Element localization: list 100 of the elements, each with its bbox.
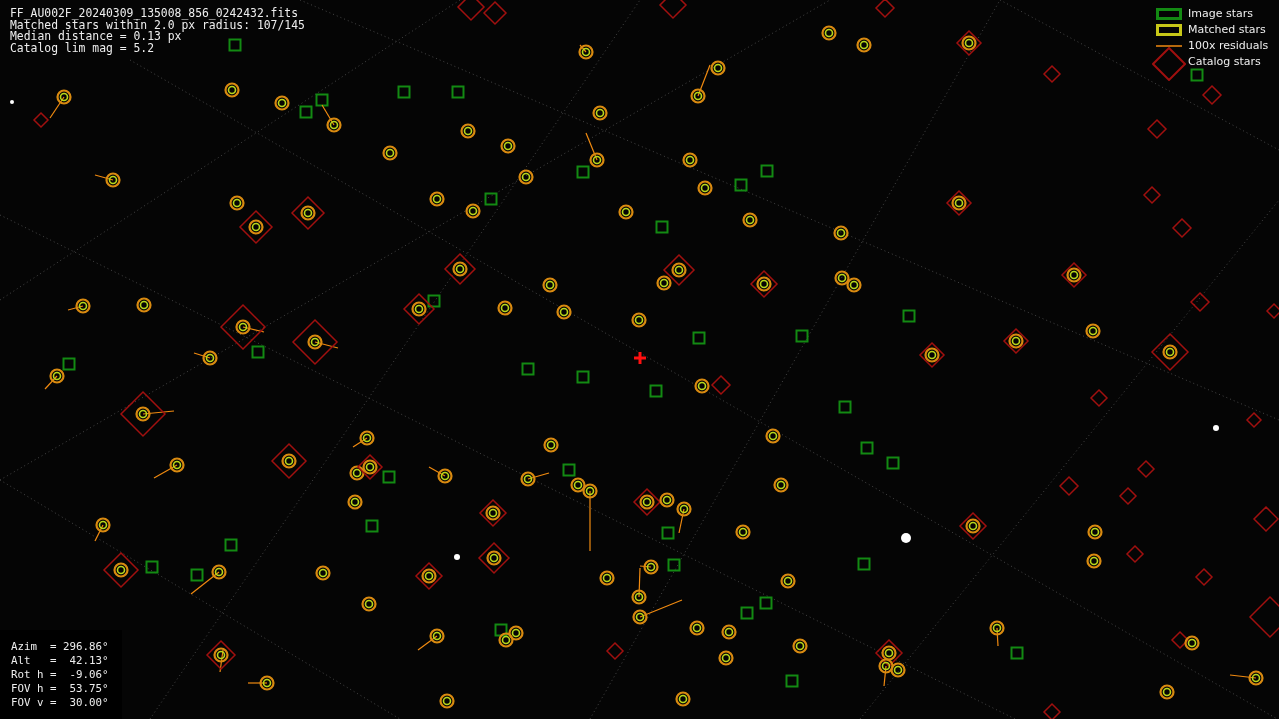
matched-star-marker — [582, 483, 598, 499]
matched-star-marker — [402, 292, 436, 326]
info-text: Median distance = 0.13 px — [10, 31, 182, 43]
residual-line — [589, 490, 591, 552]
matched-star-marker — [259, 675, 275, 691]
bright-star-dot — [10, 100, 14, 104]
image-stars-swatch — [1156, 8, 1182, 20]
matched-star-marker — [1248, 670, 1264, 686]
matched-star-marker — [500, 138, 516, 154]
matched-star-marker — [742, 212, 758, 228]
residual-line — [527, 472, 550, 480]
matched-star-marker — [477, 541, 511, 575]
matched-star-marker — [437, 468, 453, 484]
matched-star-marker — [542, 277, 558, 293]
matched-star-marker — [643, 559, 659, 575]
catalog-star-marker — [1042, 702, 1062, 719]
matched-star-marker — [846, 277, 862, 293]
residual-line — [142, 410, 175, 415]
matched-star-marker — [382, 145, 398, 161]
residual-line — [352, 437, 368, 448]
matched-star-marker — [1159, 684, 1175, 700]
matched-star-marker — [95, 517, 111, 533]
matched-star-marker — [697, 180, 713, 196]
catalog-star-marker — [456, 0, 486, 22]
info-text: Catalog lim mag = 5.2 — [10, 42, 154, 54]
residual-line — [242, 326, 265, 333]
matched-star-marker — [682, 152, 698, 168]
catalog-star-marker — [605, 641, 625, 661]
matched-star-marker — [361, 596, 377, 612]
pointing-text: Alt = 42.13° — [11, 654, 110, 668]
matched-star-marker — [765, 428, 781, 444]
residual-line — [321, 104, 335, 126]
matched-star-marker — [773, 477, 789, 493]
matched-stars-swatch — [1156, 24, 1182, 36]
matched-star-marker — [169, 457, 185, 473]
residual-line — [883, 665, 887, 687]
residual-line — [314, 341, 339, 349]
matched-star-marker — [1184, 635, 1200, 651]
catalog-star-marker — [32, 111, 50, 129]
matched-star-marker — [589, 152, 605, 168]
matched-star-marker — [945, 189, 973, 217]
residual-line — [417, 635, 438, 651]
info-text: FF_AU002F_20240309_135008_856_0242432.fits — [10, 8, 299, 20]
catalog-star-marker — [710, 374, 732, 396]
residual-line — [44, 375, 58, 390]
matched-star-marker — [1086, 553, 1102, 569]
matched-star-marker — [359, 430, 375, 446]
matched-star-marker — [749, 269, 779, 299]
matched-star-marker — [439, 693, 455, 709]
matched-star-marker — [618, 204, 634, 220]
catalog-star-marker — [1201, 84, 1223, 106]
matched-star-marker — [520, 471, 536, 487]
residual-line — [67, 305, 84, 311]
matched-star-marker — [718, 650, 734, 666]
matched-star-marker — [414, 561, 444, 591]
matched-star-marker — [1060, 261, 1088, 289]
matched-star-marker — [291, 318, 339, 366]
catalog-star-marker — [1171, 217, 1193, 239]
catalog-star-marker — [1248, 595, 1279, 639]
matched-star-marker — [689, 620, 705, 636]
pointing-text: Azim = 296.86° — [11, 640, 110, 654]
matched-star-marker — [224, 82, 240, 98]
matched-star-marker — [270, 442, 308, 480]
residual-line — [579, 44, 587, 53]
bright-star-dot — [901, 533, 911, 543]
matched-star-marker — [918, 341, 946, 369]
matched-star-marker — [543, 437, 559, 453]
residual-line — [428, 466, 446, 477]
matched-star-marker — [498, 632, 514, 648]
matched-star-marker — [958, 511, 988, 541]
info-text: Matched stars within 2.0 px radius: 107/145 — [10, 19, 305, 31]
matched-star-marker — [735, 524, 751, 540]
matched-star-marker — [49, 368, 65, 384]
catalog-star-marker — [1245, 411, 1263, 429]
catalog-star-marker — [874, 0, 896, 19]
catalog-star-marker — [1089, 388, 1109, 408]
matched-star-marker — [675, 691, 691, 707]
matched-star-marker — [556, 304, 572, 320]
catalog-star-marker — [1136, 459, 1156, 479]
catalog-star-marker — [1058, 475, 1080, 497]
legend-label: 100x residuals — [1188, 39, 1269, 53]
catalog-star-marker — [1170, 630, 1190, 650]
matched-star-marker — [497, 300, 513, 316]
matched-star-marker — [780, 573, 796, 589]
residual-line — [190, 571, 220, 595]
residual-line — [153, 464, 178, 479]
matched-star-marker — [326, 117, 342, 133]
matched-star-marker — [478, 498, 508, 528]
matched-star-marker — [631, 312, 647, 328]
catalog-star-marker — [658, 0, 688, 20]
matched-star-marker — [721, 624, 737, 640]
residual-line — [49, 96, 65, 119]
residual-line — [996, 627, 999, 647]
residual-line — [219, 649, 224, 673]
matched-star-marker — [592, 105, 608, 121]
legend-label: Catalog stars — [1188, 55, 1261, 69]
residual-line — [1229, 674, 1257, 679]
matched-star-marker — [1085, 323, 1101, 339]
catalog-star-marker — [1142, 185, 1162, 205]
matched-star-marker — [599, 570, 615, 586]
